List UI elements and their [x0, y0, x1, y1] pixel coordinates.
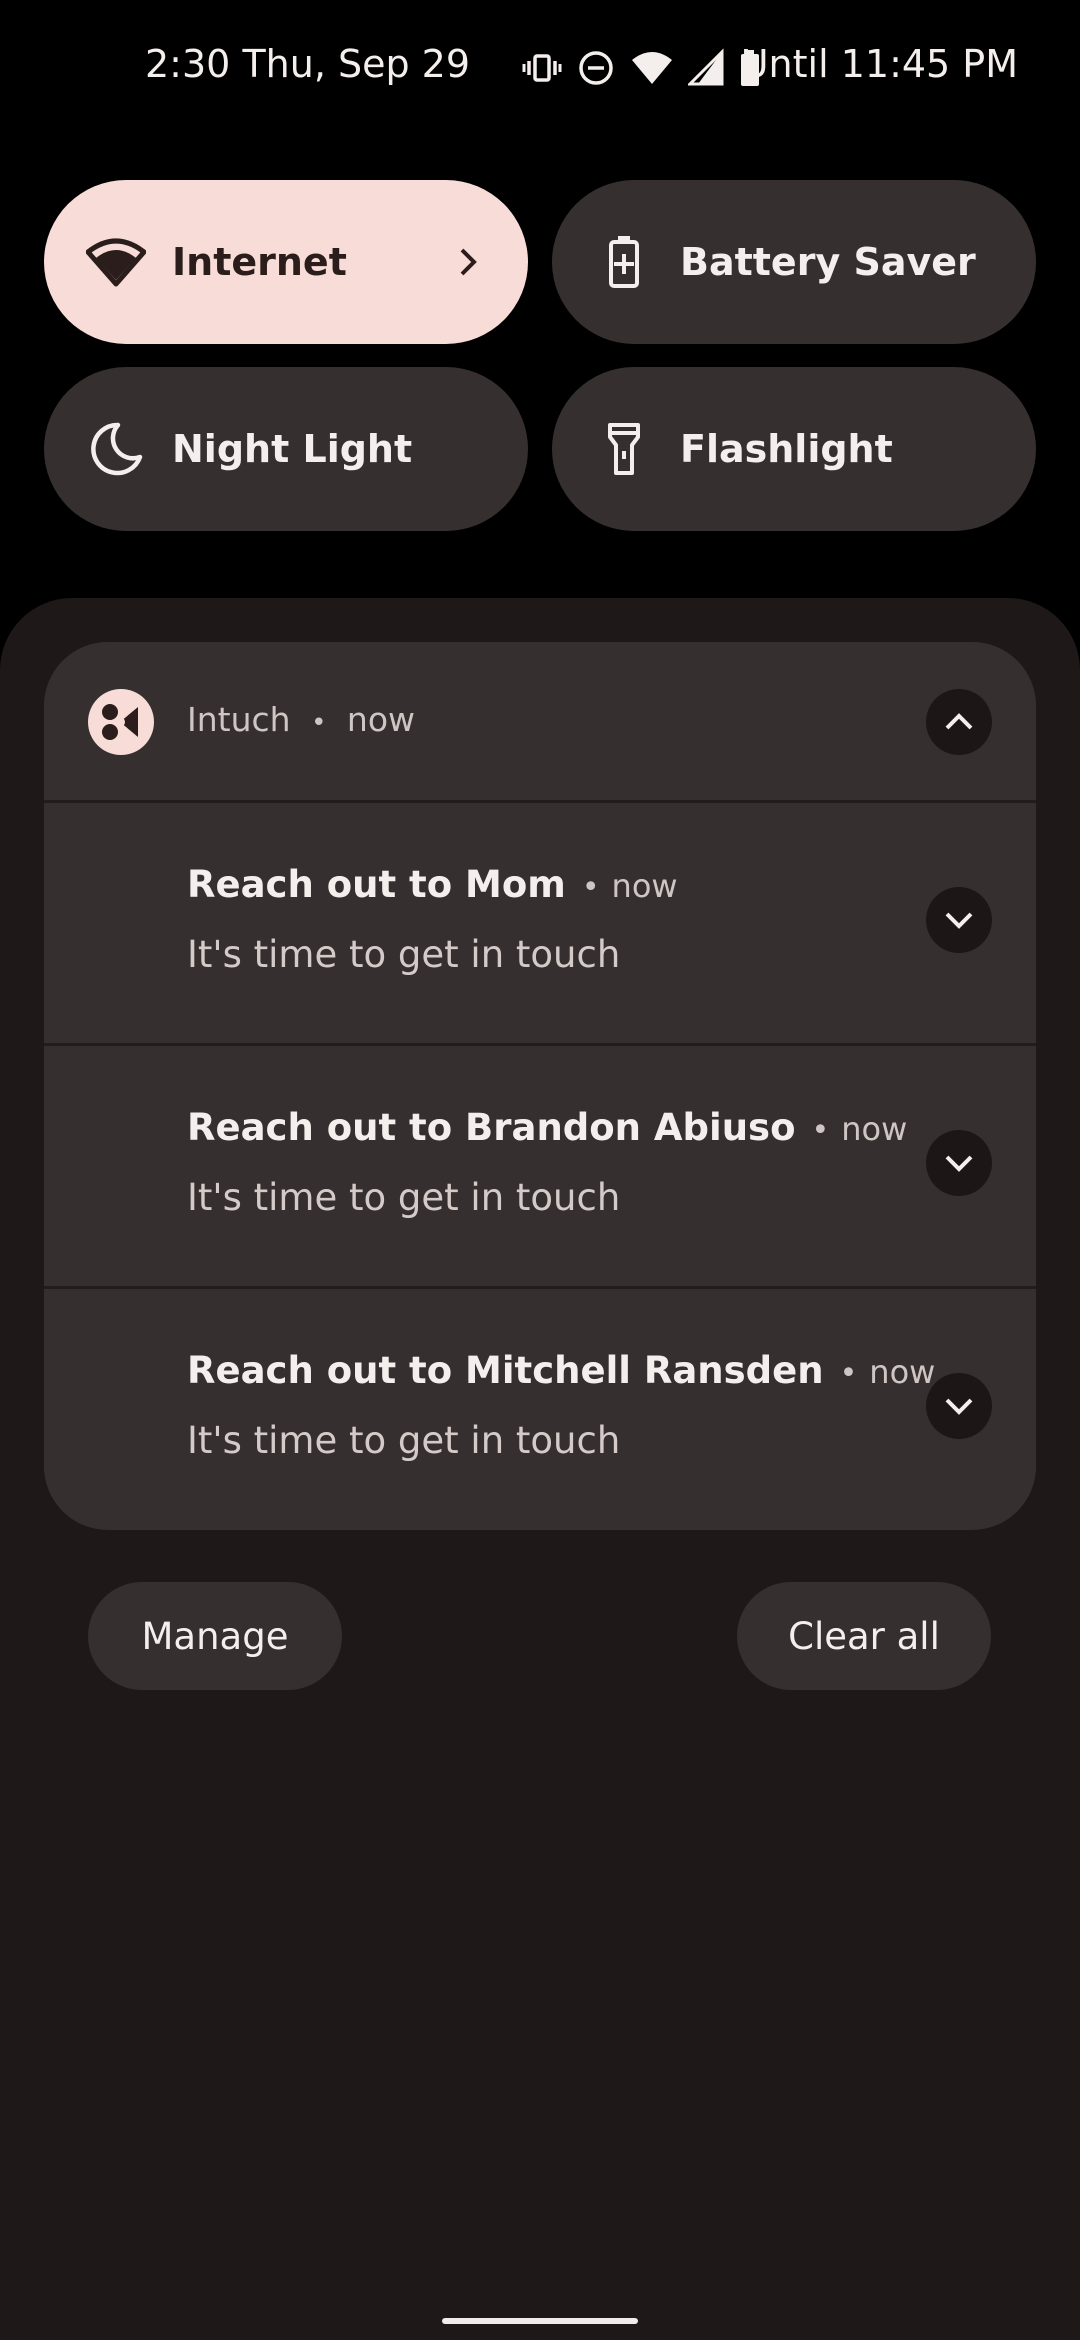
- notification-title-line: Reach out to Mom • now: [187, 863, 678, 906]
- status-clock: 2:30 Thu, Sep 29: [145, 42, 470, 86]
- alarm-until-text: Until 11:45 PM: [740, 42, 1018, 86]
- notification-item-brandon[interactable]: Reach out to Brandon Abiuso • now It's t…: [44, 1043, 1036, 1283]
- home-indicator[interactable]: [442, 2318, 638, 2324]
- separator-dot: •: [811, 1113, 830, 1148]
- vibrate-icon: [522, 48, 562, 88]
- tile-internet-label: Internet: [172, 240, 347, 284]
- flashlight-icon: [592, 417, 656, 481]
- notification-item-mitchell[interactable]: Reach out to Mitchell Ransden • now It's…: [44, 1286, 1036, 1526]
- notification-group[interactable]: Intuch • now Reach out to Mom • now It's…: [44, 642, 1036, 1530]
- clear-all-button[interactable]: Clear all: [737, 1582, 991, 1690]
- chevron-down-icon: [945, 912, 973, 929]
- notification-title-line: Reach out to Mitchell Ransden • now: [187, 1349, 935, 1392]
- expand-notification-button[interactable]: [926, 1130, 992, 1196]
- tile-flashlight[interactable]: Flashlight: [552, 367, 1036, 531]
- tile-battery-saver-label: Battery Saver: [680, 240, 976, 284]
- tile-battery-saver[interactable]: Battery Saver: [552, 180, 1036, 344]
- tile-night-light[interactable]: Night Light: [44, 367, 528, 531]
- expand-notification-button[interactable]: [926, 1373, 992, 1439]
- chevron-down-icon: [945, 1398, 973, 1415]
- notification-title-line: Reach out to Brandon Abiuso • now: [187, 1106, 907, 1149]
- notification-time: now: [841, 1110, 908, 1148]
- separator-dot: •: [839, 1356, 858, 1391]
- tile-internet[interactable]: Internet: [44, 180, 528, 344]
- wifi-icon: [84, 230, 148, 294]
- chevron-down-icon: [945, 1155, 973, 1172]
- wifi-icon: [630, 48, 674, 88]
- notification-body: It's time to get in touch: [187, 1176, 621, 1219]
- notification-title: Reach out to Mitchell Ransden: [187, 1349, 824, 1392]
- cell-signal-icon: [688, 48, 724, 88]
- notification-body: It's time to get in touch: [187, 933, 621, 976]
- notification-time: now: [611, 867, 678, 905]
- notification-body: It's time to get in touch: [187, 1419, 621, 1462]
- do-not-disturb-icon: [576, 48, 616, 88]
- notification-title: Reach out to Brandon Abiuso: [187, 1106, 796, 1149]
- group-time: now: [346, 700, 416, 739]
- notification-title: Reach out to Mom: [187, 863, 566, 906]
- status-time: 2:30: [145, 42, 231, 86]
- notification-group-appname: Intuch • now: [187, 700, 415, 739]
- notification-time: now: [869, 1353, 936, 1391]
- separator-dot: •: [581, 870, 600, 905]
- app-name: Intuch: [187, 700, 291, 739]
- tile-flashlight-label: Flashlight: [680, 427, 893, 471]
- status-bar: 2:30 Thu, Sep 29 Until 11:45 PM: [0, 30, 1080, 106]
- separator-dot: •: [311, 708, 327, 738]
- notification-group-header[interactable]: Intuch • now: [44, 642, 1036, 800]
- intuch-app-icon: [88, 689, 154, 755]
- moon-icon: [84, 417, 148, 481]
- chevron-right-icon: [452, 242, 484, 282]
- manage-button[interactable]: Manage: [88, 1582, 342, 1690]
- tile-night-light-label: Night Light: [172, 427, 413, 471]
- notification-shade-screen: 2:30 Thu, Sep 29 Until 11:45 PM Internet…: [0, 0, 1080, 2340]
- status-icons: [522, 44, 762, 92]
- battery-saver-icon: [592, 230, 656, 294]
- notification-item-mom[interactable]: Reach out to Mom • now It's time to get …: [44, 800, 1036, 1040]
- chevron-up-icon: [945, 713, 973, 730]
- collapse-group-button[interactable]: [926, 689, 992, 755]
- expand-notification-button[interactable]: [926, 887, 992, 953]
- status-date: Thu, Sep 29: [242, 42, 471, 86]
